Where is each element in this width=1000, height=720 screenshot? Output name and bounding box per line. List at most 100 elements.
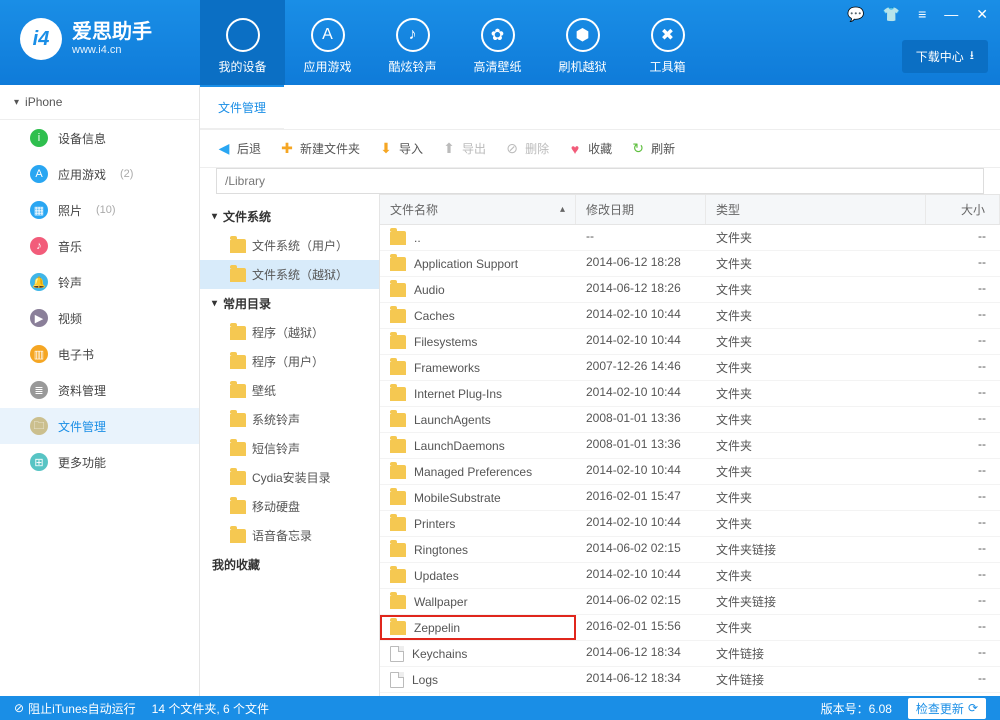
tree-item[interactable]: 程序（越狱） <box>200 318 379 347</box>
sidebar-item-2[interactable]: ▦照片(10) <box>0 192 199 228</box>
table-row[interactable]: Keychains2014-06-12 18:34文件链接-- <box>380 641 1000 667</box>
sidebar-item-5[interactable]: ▶视频 <box>0 300 199 336</box>
tree-group-filesystem[interactable]: ▾文件系统 <box>200 202 379 231</box>
sidebar-icon: ▥ <box>30 345 48 363</box>
tree-item[interactable]: 程序（用户） <box>200 347 379 376</box>
back-button[interactable]: ◀后退 <box>216 140 261 157</box>
tree-item[interactable]: 壁纸 <box>200 376 379 405</box>
feedback-icon[interactable]: 💬 <box>843 4 868 25</box>
table-row[interactable]: MobileSubstrate2016-02-01 15:47文件夹-- <box>380 485 1000 511</box>
tree-group-favorites[interactable]: 我的收藏 <box>200 550 379 579</box>
table-row[interactable]: Application Support2014-06-12 18:28文件夹-- <box>380 251 1000 277</box>
favorite-button[interactable]: ♥收藏 <box>567 140 612 157</box>
tree-item[interactable]: 系统铃声 <box>200 405 379 434</box>
column-date[interactable]: 修改日期 <box>576 195 706 224</box>
tree-item[interactable]: 移动硬盘 <box>200 492 379 521</box>
tree-item[interactable]: Cydia安装目录 <box>200 463 379 492</box>
sidebar-item-3[interactable]: ♪音乐 <box>0 228 199 264</box>
export-button[interactable]: ⬆导出 <box>441 140 486 157</box>
device-selector[interactable]: ▾ iPhone <box>0 85 199 120</box>
table-row[interactable]: Wallpaper2014-06-02 02:15文件夹链接-- <box>380 589 1000 615</box>
tab-icon: ✖ <box>651 18 685 52</box>
tab-file-manager[interactable]: 文件管理 <box>200 85 284 129</box>
table-row[interactable]: ..--文件夹-- <box>380 225 1000 251</box>
tree-group-common[interactable]: ▾常用目录 <box>200 289 379 318</box>
tree-item[interactable]: 文件系统（用户） <box>200 231 379 260</box>
folder-icon <box>390 413 406 427</box>
check-circle-icon: ⊘ <box>14 701 24 715</box>
column-size[interactable]: 大小 <box>926 195 1000 224</box>
table-row[interactable]: LaunchAgents2008-01-01 13:36文件夹-- <box>380 407 1000 433</box>
menu-icon[interactable]: ≡ <box>914 4 930 25</box>
tree-item[interactable]: 短信铃声 <box>200 434 379 463</box>
table-row[interactable]: MobileDevice2014-06-12 18:34文件链接-- <box>380 693 1000 696</box>
top-tab-4[interactable]: ⬢刷机越狱 <box>540 0 625 85</box>
folder-icon <box>390 309 406 323</box>
tree-item[interactable]: 文件系统（越狱） <box>200 260 379 289</box>
sidebar-item-7[interactable]: ≣资料管理 <box>0 372 199 408</box>
sort-asc-icon: ▴ <box>560 204 565 215</box>
back-icon: ◀ <box>216 141 232 157</box>
table-row[interactable]: Updates2014-02-10 10:44文件夹-- <box>380 563 1000 589</box>
sidebar-item-6[interactable]: ▥电子书 <box>0 336 199 372</box>
folder-icon <box>230 413 246 427</box>
sidebar-item-8[interactable]: 🗀文件管理 <box>0 408 199 444</box>
update-icon: ⟳ <box>968 701 978 715</box>
folder-icon <box>230 442 246 456</box>
skin-icon[interactable]: 👕 <box>879 4 904 25</box>
table-row[interactable]: Filesystems2014-02-10 10:44文件夹-- <box>380 329 1000 355</box>
delete-button[interactable]: ⊘删除 <box>504 140 549 157</box>
folder-icon <box>390 387 406 401</box>
chevron-down-icon: ▾ <box>212 211 217 222</box>
top-tab-2[interactable]: ♪酷炫铃声 <box>370 0 455 85</box>
sidebar-icon: i <box>30 129 48 147</box>
tab-icon: ⬢ <box>566 18 600 52</box>
tab-icon: A <box>311 18 345 52</box>
import-button[interactable]: ⬇导入 <box>378 140 423 157</box>
column-type[interactable]: 类型 <box>706 195 926 224</box>
sidebar-icon: ⊞ <box>30 453 48 471</box>
sidebar-item-1[interactable]: A应用游戏(2) <box>0 156 199 192</box>
table-row[interactable]: Zeppelin2016-02-01 15:56文件夹-- <box>380 615 1000 641</box>
window-controls: 💬 👕 ≡ — ✕ <box>843 4 992 25</box>
table-row[interactable]: Printers2014-02-10 10:44文件夹-- <box>380 511 1000 537</box>
refresh-button[interactable]: ↻刷新 <box>630 140 675 157</box>
folder-icon <box>390 465 406 479</box>
brand-subtitle: www.i4.cn <box>72 44 152 57</box>
table-row[interactable]: Caches2014-02-10 10:44文件夹-- <box>380 303 1000 329</box>
status-text: 14 个文件夹, 6 个文件 <box>152 700 269 717</box>
sidebar-icon: ♪ <box>30 237 48 255</box>
top-tab-5[interactable]: ✖工具箱 <box>625 0 710 85</box>
table-row[interactable]: Internet Plug-Ins2014-02-10 10:44文件夹-- <box>380 381 1000 407</box>
top-tab-0[interactable]: 我的设备 <box>200 0 285 85</box>
new-folder-button[interactable]: ✚新建文件夹 <box>279 140 360 157</box>
sidebar-icon: 🗀 <box>30 417 48 435</box>
top-tab-3[interactable]: ✿高清壁纸 <box>455 0 540 85</box>
folder-icon <box>390 595 406 609</box>
heart-icon: ♥ <box>567 141 583 157</box>
folder-icon <box>390 335 406 349</box>
minimize-icon[interactable]: — <box>940 4 962 25</box>
sidebar-item-9[interactable]: ⊞更多功能 <box>0 444 199 480</box>
top-tab-1[interactable]: A应用游戏 <box>285 0 370 85</box>
sidebar-icon: ▶ <box>30 309 48 327</box>
check-update-button[interactable]: 检查更新⟳ <box>908 698 986 719</box>
file-icon <box>390 646 404 662</box>
folder-icon <box>230 471 246 485</box>
tree-item[interactable]: 语音备忘录 <box>200 521 379 550</box>
table-row[interactable]: Ringtones2014-06-02 02:15文件夹链接-- <box>380 537 1000 563</box>
table-row[interactable]: Frameworks2007-12-26 14:46文件夹-- <box>380 355 1000 381</box>
block-itunes-toggle[interactable]: ⊘阻止iTunes自动运行 <box>14 700 136 717</box>
file-table-header: 文件名称▴ 修改日期 类型 大小 <box>380 194 1000 225</box>
column-name[interactable]: 文件名称▴ <box>380 195 576 224</box>
brand-title: 爱思助手 <box>72 20 152 44</box>
table-row[interactable]: Audio2014-06-12 18:26文件夹-- <box>380 277 1000 303</box>
table-row[interactable]: Logs2014-06-12 18:34文件链接-- <box>380 667 1000 693</box>
close-icon[interactable]: ✕ <box>972 4 992 25</box>
download-center-button[interactable]: 下载中心 ⭳ <box>902 40 988 73</box>
sidebar-item-0[interactable]: i设备信息 <box>0 120 199 156</box>
table-row[interactable]: Managed Preferences2014-02-10 10:44文件夹-- <box>380 459 1000 485</box>
sidebar-item-4[interactable]: 🔔铃声 <box>0 264 199 300</box>
table-row[interactable]: LaunchDaemons2008-01-01 13:36文件夹-- <box>380 433 1000 459</box>
path-input[interactable]: /Library <box>216 168 984 194</box>
